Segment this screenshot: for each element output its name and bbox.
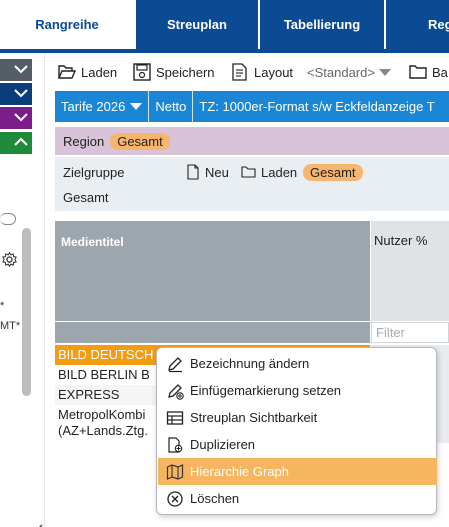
chevron-down-icon: [14, 113, 28, 122]
filter-row: [55, 322, 370, 343]
menu-item-duplicate[interactable]: Duplizieren: [158, 431, 437, 458]
tab-label: Streuplan: [167, 17, 227, 32]
load-label: Laden: [81, 64, 118, 80]
region-row: Region Gesamt: [55, 127, 449, 155]
region-badge[interactable]: Gesamt: [110, 132, 170, 150]
save-icon: [133, 63, 151, 81]
menu-item-visibility[interactable]: Streuplan Sichtbarkeit: [158, 404, 437, 431]
extra-label: Ba: [432, 64, 448, 80]
section-toggle-4[interactable]: [0, 132, 32, 154]
folder-icon: [241, 166, 256, 178]
tab-label: Rangreihe: [35, 17, 99, 32]
section-toggle-2[interactable]: [0, 83, 32, 105]
zielgruppe-label: Zielgruppe: [63, 165, 125, 180]
new-label: Neu: [205, 164, 229, 180]
chevron-down-icon: [14, 65, 28, 74]
tarif-select[interactable]: Tarife 2026: [55, 91, 148, 122]
zielgruppe-load-button[interactable]: Laden: [241, 164, 297, 180]
tab-label: Reg: [428, 17, 449, 32]
chevron-up-icon: [14, 137, 28, 146]
context-menu: Bezeichnung ändern Einfügemarkierung set…: [156, 347, 437, 515]
tab-underline: [0, 49, 449, 53]
new-document-icon: [187, 164, 199, 180]
duplicate-icon: [168, 436, 183, 453]
top-tab-bar: Rangreihe Streuplan Tabellierung Reg: [0, 0, 449, 49]
column-title: Medientitel: [61, 235, 124, 249]
side-scrollbar[interactable]: [22, 228, 31, 396]
zielgruppe-row: Zielgruppe Gesamt Neu Laden Gesamt: [55, 157, 449, 211]
tab-rangreihe[interactable]: Rangreihe: [0, 0, 134, 49]
column-header-medientitel[interactable]: Medientitel: [55, 221, 370, 321]
save-label: Speichern: [156, 64, 215, 80]
toggle-pill[interactable]: [0, 213, 16, 225]
menu-item-delete[interactable]: Löschen: [158, 485, 437, 512]
filter-cell[interactable]: [371, 322, 449, 343]
region-label: Region: [63, 133, 105, 149]
netto-cell[interactable]: Netto: [149, 99, 192, 114]
tab-tabellierung[interactable]: Tabellierung: [260, 0, 384, 49]
layout-icon: [232, 63, 247, 81]
menu-item-label: Streuplan Sichtbarkeit: [190, 410, 318, 425]
left-panel: * MT*: [0, 53, 43, 527]
side-text-fragment: *: [0, 300, 5, 312]
menu-item-label: Löschen: [190, 491, 240, 506]
close-circle-icon: [167, 490, 183, 507]
layout-select-value: <Standard>: [307, 64, 375, 80]
layout-select[interactable]: <Standard>: [307, 61, 391, 83]
map-icon: [166, 463, 184, 480]
tarif-header-bar: Tarife 2026 Netto TZ: 1000er-Format s/w …: [55, 91, 449, 122]
toolbar: Laden Speichern Layout <Standard> Ba: [55, 58, 449, 86]
pencil-plus-icon: [168, 383, 184, 400]
caret-down-icon: [130, 103, 143, 110]
load-label: Laden: [261, 164, 298, 180]
layout-label: Layout: [254, 64, 294, 80]
chevron-left-icon[interactable]: [34, 523, 44, 527]
menu-item-insert-marker[interactable]: Einfügemarkierung setzen: [158, 377, 437, 404]
zielgruppe-sublabel: Gesamt: [63, 190, 109, 205]
section-toggle-3[interactable]: [0, 107, 32, 129]
filter-input[interactable]: [372, 323, 448, 342]
extra-button[interactable]: Ba: [408, 61, 448, 83]
menu-item-label: Duplizieren: [190, 437, 256, 452]
load-button[interactable]: Laden: [57, 61, 117, 83]
pencil-icon: [168, 356, 182, 372]
side-text-fragment: MT*: [0, 320, 21, 332]
zielgruppe-badge[interactable]: Gesamt: [303, 164, 363, 181]
menu-item-label: Hierarchie Graph: [190, 464, 289, 479]
menu-item-rename[interactable]: Bezeichnung ändern: [158, 350, 437, 377]
gear-icon[interactable]: [1, 251, 18, 268]
menu-item-hierarchy-graph[interactable]: Hierarchie Graph: [158, 458, 437, 485]
caret-down-icon: [378, 68, 391, 76]
section-toggle-1[interactable]: [0, 59, 32, 81]
tab-region[interactable]: Reg: [386, 0, 449, 49]
panel-divider: [44, 53, 45, 527]
tab-streuplan[interactable]: Streuplan: [136, 0, 258, 49]
tab-label: Tabellierung: [283, 17, 361, 32]
table-visibility-icon: [166, 410, 184, 425]
menu-item-label: Einfügemarkierung setzen: [190, 383, 342, 398]
zielgruppe-new-button[interactable]: Neu: [185, 164, 229, 180]
tz-cell[interactable]: TZ: 1000er-Format s/w Eckfeldanzeige T: [193, 99, 440, 114]
folder-open-icon: [57, 65, 77, 79]
chevron-down-icon: [14, 89, 28, 98]
tarif-label: Tarife 2026: [61, 99, 126, 114]
menu-item-label: Bezeichnung ändern: [190, 356, 310, 371]
folder-icon: [409, 65, 427, 79]
column-header-nutzer[interactable]: Nutzer %: [371, 221, 449, 321]
column-title: Nutzer %: [374, 233, 428, 248]
save-button[interactable]: Speichern: [132, 61, 215, 83]
layout-button[interactable]: Layout: [230, 61, 293, 83]
